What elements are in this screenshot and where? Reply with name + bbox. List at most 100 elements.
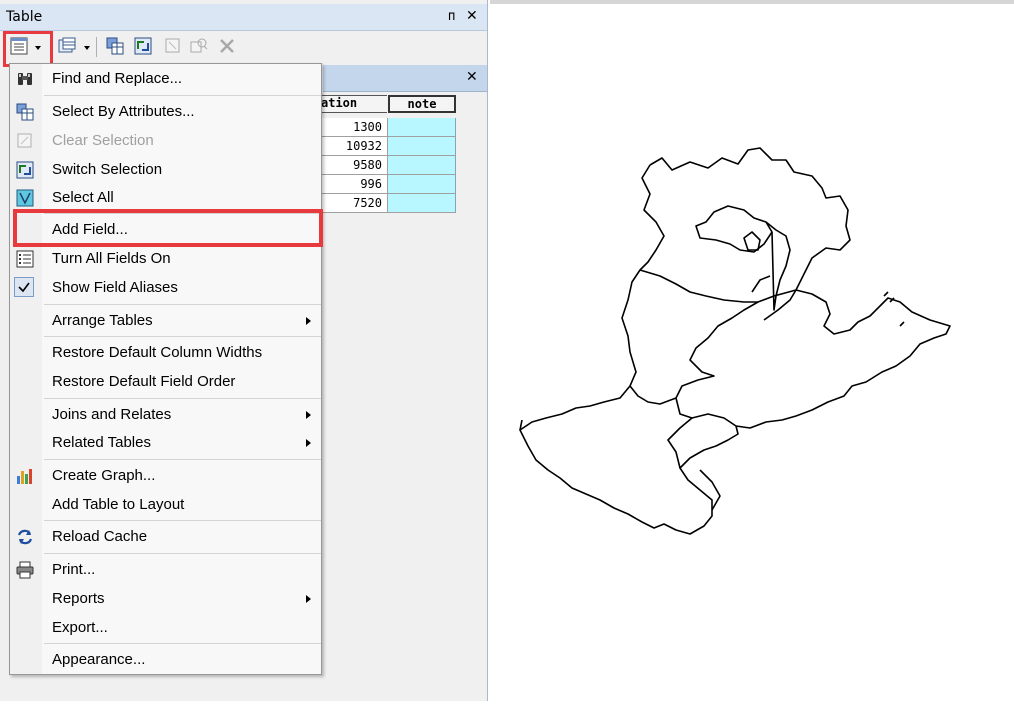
region-outline-west — [519, 164, 739, 535]
map-view[interactable] — [490, 0, 1014, 701]
column-header-ation[interactable]: ation — [319, 95, 387, 113]
menu-item-restore-default-field-order[interactable]: Restore Default Field Order — [10, 368, 321, 396]
pin-icon[interactable]: ᴨ — [448, 9, 455, 24]
menu-separator — [44, 336, 321, 337]
column-header-note[interactable]: note — [388, 95, 456, 113]
menu-separator — [44, 643, 321, 644]
menu-separator — [44, 398, 321, 399]
binoculars-icon — [18, 73, 32, 85]
menu-item-create-graph[interactable]: Create Graph... — [10, 462, 321, 490]
menu-item-label: Create Graph... — [52, 467, 156, 484]
table-cell[interactable]: 10932 — [319, 137, 388, 156]
switch-selection-icon[interactable] — [134, 37, 152, 55]
menu-separator — [44, 459, 321, 460]
menu-item-reload-cache[interactable]: Reload Cache — [10, 523, 321, 551]
menu-item-clear-selection[interactable]: Clear Selection — [10, 127, 321, 155]
menu-item-add-table-to-layout[interactable]: Add Table to Layout — [10, 491, 321, 519]
region-outline-south — [519, 269, 758, 469]
menu-separator — [44, 520, 321, 521]
clear-selection-icon — [17, 133, 32, 148]
region-boundaries-map — [519, 147, 951, 535]
menu-item-label: Clear Selection — [52, 132, 154, 149]
menu-item-label: Show Field Aliases — [52, 279, 178, 296]
menu-item-label: Switch Selection — [52, 161, 163, 178]
submenu-arrow-icon — [306, 595, 311, 603]
region-outline-inland-south — [699, 469, 721, 511]
menu-item-label: Joins and Relates — [52, 406, 172, 423]
menu-item-print[interactable]: Print... — [10, 556, 321, 584]
menu-item-label: Export... — [52, 619, 108, 636]
menu-item-appearance[interactable]: Appearance... — [10, 646, 321, 674]
related-tables-dropdown-arrow[interactable] — [84, 46, 90, 50]
menu-item-label: Restore Default Column Widths — [52, 344, 263, 361]
select-all-icon — [16, 189, 34, 207]
region-outline-islands — [883, 291, 905, 327]
table-toolbar — [0, 31, 487, 63]
menu-item-label: Find and Replace... — [52, 70, 183, 87]
region-outline-city — [743, 231, 761, 251]
table-cell[interactable]: 1300 — [319, 118, 388, 137]
menu-item-label: Reload Cache — [52, 528, 148, 545]
menu-separator — [44, 553, 321, 554]
clear-selection-icon[interactable] — [164, 37, 182, 55]
menu-item-select-by-attributes[interactable]: Select By Attributes... — [10, 98, 321, 126]
menu-item-switch-selection[interactable]: Switch Selection — [10, 156, 321, 184]
table-window-title-bar: Table ᴨ ✕ — [0, 4, 487, 31]
submenu-arrow-icon — [306, 439, 311, 447]
submenu-arrow-icon — [306, 411, 311, 419]
note-cell[interactable] — [388, 137, 456, 156]
menu-item-label: Select By Attributes... — [52, 103, 195, 120]
related-tables-icon[interactable] — [58, 37, 76, 55]
menu-item-arrange-tables[interactable]: Arrange Tables — [10, 307, 321, 335]
menu-item-label: Restore Default Field Order — [52, 373, 236, 390]
toolbar-divider — [96, 37, 97, 57]
menu-item-restore-default-column-widths[interactable]: Restore Default Column Widths — [10, 339, 321, 367]
checkmark-icon — [18, 282, 30, 293]
bar-graph-icon — [17, 469, 32, 484]
menu-item-label: Turn All Fields On — [52, 250, 171, 267]
note-cell[interactable] — [388, 118, 456, 137]
close-table-tab-button[interactable]: ✕ — [466, 69, 478, 85]
menu-separator — [44, 304, 321, 305]
menu-item-label: Print... — [52, 561, 96, 578]
zoom-to-selected-icon[interactable] — [190, 37, 208, 55]
table-cell[interactable]: 9580 — [319, 156, 388, 175]
close-window-button[interactable]: ✕ — [466, 8, 478, 24]
table-window-title: Table — [6, 9, 43, 25]
menu-item-label: Appearance... — [52, 651, 146, 668]
note-cell[interactable] — [388, 156, 456, 175]
reload-icon — [17, 529, 33, 545]
menu-item-label: Reports — [52, 590, 105, 607]
menu-item-label: Arrange Tables — [52, 312, 153, 329]
menu-item-label: Select All — [52, 189, 114, 206]
region-outline-north — [649, 147, 951, 429]
table-options-highlight — [3, 31, 53, 67]
printer-icon — [16, 561, 34, 579]
table-options-menu: Find and Replace... Select By Attributes… — [9, 63, 322, 675]
note-cell[interactable] — [388, 194, 456, 213]
switch-selection-icon — [16, 161, 34, 179]
menu-item-related-tables[interactable]: Related Tables — [10, 429, 321, 457]
menu-item-label: Add Table to Layout — [52, 496, 185, 513]
select-by-attributes-icon — [16, 103, 34, 121]
menu-item-joins-and-relates[interactable]: Joins and Relates — [10, 401, 321, 429]
fields-list-icon — [16, 250, 34, 268]
delete-selected-icon[interactable] — [218, 37, 236, 55]
menu-item-select-all[interactable]: Select All — [10, 184, 321, 212]
select-by-attributes-icon[interactable] — [106, 37, 124, 55]
add-field-highlight — [13, 209, 323, 247]
menu-item-export[interactable]: Export... — [10, 614, 321, 642]
table-cell[interactable]: 7520 — [319, 194, 388, 213]
menu-separator — [44, 95, 321, 96]
menu-item-find-and-replace[interactable]: Find and Replace... — [10, 65, 321, 93]
table-cell[interactable]: 996 — [319, 175, 388, 194]
menu-item-show-field-aliases[interactable]: Show Field Aliases — [10, 274, 321, 302]
submenu-arrow-icon — [306, 317, 311, 325]
region-outline-enclave — [695, 205, 773, 253]
note-cell[interactable] — [388, 175, 456, 194]
menu-item-turn-all-fields-on[interactable]: Turn All Fields On — [10, 245, 321, 273]
checked-state-box — [14, 277, 34, 297]
table-subtab[interactable]: ✕ — [323, 65, 487, 92]
menu-item-label: Related Tables — [52, 434, 151, 451]
menu-item-reports[interactable]: Reports — [10, 585, 321, 613]
